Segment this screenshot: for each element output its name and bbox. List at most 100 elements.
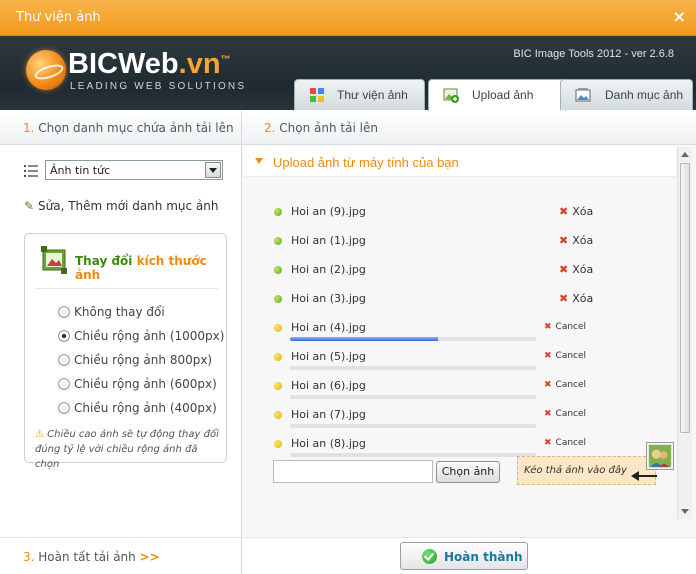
resize-option-label: Chiều rộng ảnh (400px)	[74, 401, 217, 415]
drag-arrow-icon	[631, 471, 657, 481]
scroll-down-icon[interactable]	[681, 509, 689, 514]
upload-image-icon	[443, 88, 459, 103]
brand-tagline: LEADING WEB SOLUTIONS	[70, 81, 247, 92]
cancel-button[interactable]: ✖ Cancel	[544, 351, 586, 361]
cancel-button[interactable]: ✖ Cancel	[544, 380, 586, 390]
file-name: Hoi an (6).jpg	[291, 379, 366, 392]
tab-upload[interactable]: Upload ảnh	[428, 79, 566, 111]
step-1: 1. Chọn danh mục chứa ảnh tải lên	[23, 121, 234, 135]
resize-option-none[interactable]: Không thay đổi	[58, 305, 165, 319]
upload-file-row: Hoi an (9).jpg ✖ Xóa	[274, 203, 654, 223]
close-icon: ✖	[559, 234, 569, 247]
action-label: Cancel	[555, 380, 587, 390]
upload-section-header[interactable]: Upload ảnh từ máy tính của bạn	[244, 147, 676, 177]
scroll-up-icon[interactable]	[681, 152, 689, 157]
upload-progress-bar	[290, 395, 536, 399]
tab-library-label: Thư viện ảnh	[337, 88, 408, 102]
step-3-arrow: >>	[139, 550, 160, 564]
divider	[35, 288, 218, 289]
step-3: 3. Hoàn tất tải ảnh >>	[23, 550, 160, 564]
upload-file-row: Hoi an (2).jpg ✖ Xóa	[274, 261, 654, 281]
radio-button[interactable]	[58, 402, 70, 414]
delete-button[interactable]: ✖ Xóa	[559, 292, 593, 305]
status-done-icon	[274, 266, 282, 274]
checkmark-icon	[422, 549, 437, 564]
radio-button-selected[interactable]	[58, 330, 70, 342]
image-category-icon	[575, 88, 591, 102]
delete-button[interactable]: ✖ Xóa	[559, 263, 593, 276]
dragged-image-thumbnail	[646, 442, 674, 470]
upload-progress-bar	[290, 453, 536, 457]
status-pending-icon	[274, 440, 282, 448]
resize-note: ⚠ Chiều cao ảnh sẽ tự động thay đổi đúng…	[35, 427, 221, 472]
resize-option-label: Không thay đổi	[74, 305, 165, 319]
brand-suffix: .vn	[178, 48, 221, 80]
edit-category-link[interactable]: ✎ Sửa, Thêm mới danh mục ảnh	[24, 199, 218, 213]
status-pending-icon	[274, 324, 282, 332]
step-3-label: Hoàn tất tải ảnh	[38, 550, 136, 564]
pencil-icon: ✎	[24, 199, 35, 213]
palette-icon	[310, 88, 324, 102]
cancel-button[interactable]: ✖ Cancel	[544, 322, 586, 332]
choose-image-button[interactable]: Chọn ảnh	[436, 461, 500, 483]
resize-option-600[interactable]: Chiều rộng ảnh (600px)	[58, 377, 217, 391]
category-select-value: Ảnh tin tức	[50, 164, 111, 177]
scroll-thumb[interactable]	[680, 163, 690, 433]
cancel-button[interactable]: ✖ Cancel	[544, 438, 586, 448]
upload-file-row: Hoi an (1).jpg ✖ Xóa	[274, 232, 654, 252]
resize-option-label: Chiều rộng ảnh (600px)	[74, 377, 217, 391]
close-icon: ✖	[559, 292, 569, 305]
close-icon: ✖	[544, 380, 552, 390]
step-2-label: Chọn ảnh tải lên	[279, 121, 378, 135]
file-path-input[interactable]	[273, 460, 433, 483]
close-icon[interactable]: ×	[673, 8, 686, 26]
list-icon	[24, 165, 38, 177]
resize-options-box: Thay đổi kích thước ảnh Không thay đổi C…	[24, 233, 227, 470]
resize-title: Thay đổi kích thước ảnh	[75, 254, 226, 282]
brand-logo: BICWeb.vn™	[68, 48, 231, 81]
category-select[interactable]: Ảnh tin tức	[45, 160, 223, 180]
edit-category-label: Sửa, Thêm mới danh mục ảnh	[38, 199, 219, 213]
resize-option-1000[interactable]: Chiều rộng ảnh (1000px)	[58, 329, 224, 343]
upload-section-title: Upload ảnh từ máy tính của bạn	[273, 155, 459, 170]
radio-button[interactable]	[58, 378, 70, 390]
finish-button-label: Hoàn thành	[444, 550, 523, 564]
step-2: 2. Chọn ảnh tải lên	[264, 121, 378, 135]
caret-down-icon	[255, 158, 263, 164]
finish-button[interactable]: Hoàn thành	[400, 542, 528, 570]
file-name: Hoi an (1).jpg	[291, 234, 366, 247]
radio-button[interactable]	[58, 306, 70, 318]
chevron-down-icon[interactable]	[205, 162, 221, 178]
brand-main: BICWeb	[68, 48, 179, 80]
window-titlebar: Thư viện ảnh ×	[0, 0, 696, 36]
step-3-number: 3.	[23, 550, 35, 564]
action-label: Cancel	[555, 438, 587, 448]
tab-library[interactable]: Thư viện ảnh	[294, 79, 425, 110]
file-name: Hoi an (9).jpg	[291, 205, 366, 218]
action-label: Cancel	[555, 409, 587, 419]
upload-progress-bar	[290, 337, 536, 341]
action-label: Cancel	[555, 351, 587, 361]
delete-button[interactable]: ✖ Xóa	[559, 234, 593, 247]
file-name: Hoi an (5).jpg	[291, 350, 366, 363]
steps-bar: 1. Chọn danh mục chứa ảnh tải lên 2. Chọ…	[0, 111, 696, 145]
radio-button[interactable]	[58, 354, 70, 366]
status-done-icon	[274, 237, 282, 245]
delete-button[interactable]: ✖ Xóa	[559, 205, 593, 218]
drop-zone-label: Kéo thả ảnh vào đây	[524, 465, 627, 476]
step-3-bar: 3. Hoàn tất tải ảnh >>	[0, 537, 241, 574]
upload-file-row: Hoi an (8).jpg ✖ Cancel	[274, 435, 654, 457]
resize-option-800[interactable]: Chiều rộng ảnh 800px)	[58, 353, 212, 367]
resize-option-label: Chiều rộng ảnh (1000px)	[74, 329, 225, 343]
file-name: Hoi an (7).jpg	[291, 408, 366, 421]
cancel-button[interactable]: ✖ Cancel	[544, 409, 586, 419]
warning-icon: ⚠	[35, 429, 44, 440]
action-label: Xóa	[572, 263, 594, 276]
globe-logo-icon	[26, 50, 66, 90]
upload-scrollbar[interactable]	[677, 147, 692, 519]
close-icon: ✖	[544, 438, 552, 448]
tab-category[interactable]: Danh mục ảnh	[560, 79, 693, 110]
resize-option-400[interactable]: Chiều rộng ảnh (400px)	[58, 401, 217, 415]
upload-file-row: Hoi an (5).jpg ✖ Cancel	[274, 348, 654, 370]
close-icon: ✖	[544, 351, 552, 361]
